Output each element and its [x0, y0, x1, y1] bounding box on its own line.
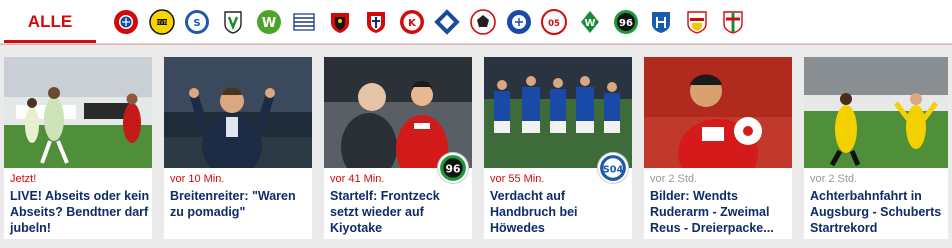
svg-text:S: S: [194, 18, 201, 29]
news-card[interactable]: Jetzt! LIVE! Abseits oder kein Abseits? …: [4, 57, 152, 239]
dortmund-crest-icon[interactable]: BVB: [148, 8, 176, 36]
news-timestamp: vor 41 Min.: [330, 173, 385, 185]
gladbach-crest-icon[interactable]: [219, 8, 247, 36]
svg-text:96: 96: [446, 162, 461, 175]
svg-text:S04: S04: [603, 164, 624, 175]
news-card[interactable]: S04 vor 55 Min. Verdacht auf Handbruch b…: [484, 57, 632, 239]
news-thumbnail[interactable]: [4, 57, 152, 168]
hannover-crest-icon[interactable]: 96: [612, 8, 640, 36]
svg-text:W: W: [584, 18, 595, 29]
header-divider: [0, 44, 952, 45]
club-crest-list: BVB S W K 05 W 96: [112, 8, 754, 38]
hertha-crest-icon[interactable]: [290, 8, 318, 36]
news-headline[interactable]: Startelf: Frontzeck setzt wieder auf Kiy…: [330, 188, 470, 236]
svg-text:05: 05: [548, 19, 560, 29]
leverkusen-crest-icon[interactable]: [326, 8, 354, 36]
darmstadt-crest-icon[interactable]: [505, 8, 533, 36]
bayern-crest-icon[interactable]: [112, 8, 140, 36]
hannover-crest-icon: 96: [438, 153, 468, 183]
news-thumbnail[interactable]: [804, 57, 948, 168]
stuttgart-crest-icon[interactable]: [683, 8, 711, 36]
hamburg-crest-icon[interactable]: [433, 8, 461, 36]
wolfsburg-crest-icon[interactable]: W: [255, 8, 283, 36]
news-card-row: Jetzt! LIVE! Abseits oder kein Abseits? …: [4, 57, 948, 241]
tab-alle[interactable]: ALLE: [4, 0, 96, 43]
news-headline[interactable]: Breitenreiter: "Waren zu pomadig": [170, 188, 310, 220]
news-headline[interactable]: Bilder: Wendts Ruderarm - Zweimal Reus -…: [650, 188, 790, 236]
news-card[interactable]: vor 10 Min. Breitenreiter: "Waren zu pom…: [164, 57, 312, 239]
svg-text:BVB: BVB: [157, 20, 168, 26]
news-headline[interactable]: LIVE! Abseits oder kein Abseits? Bendtne…: [10, 188, 150, 236]
active-tab-indicator: [4, 40, 96, 43]
news-card[interactable]: vor 2 Std. Achterbahnfahrt in Augsburg -…: [804, 57, 948, 239]
hoffenheim-crest-icon[interactable]: [647, 8, 675, 36]
club-navigation-bar: ALLE BVB S W K 05 W 96: [0, 0, 952, 44]
svg-text:96: 96: [619, 18, 633, 29]
news-timestamp: vor 2 Std.: [810, 173, 858, 185]
ingolstadt-crest-icon[interactable]: [362, 8, 390, 36]
news-timestamp: vor 2 Std.: [650, 173, 698, 185]
koeln-crest-icon[interactable]: K: [398, 8, 426, 36]
schalke-crest-icon[interactable]: S: [183, 8, 211, 36]
svg-text:K: K: [408, 18, 417, 29]
news-card[interactable]: 96 vor 41 Min. Startelf: Frontzeck setzt…: [324, 57, 472, 239]
frankfurt-crest-icon[interactable]: [469, 8, 497, 36]
bremen-crest-icon[interactable]: W: [576, 8, 604, 36]
svg-text:W: W: [262, 16, 276, 31]
news-thumbnail[interactable]: [324, 57, 472, 168]
news-thumbnail[interactable]: [644, 57, 792, 168]
news-headline[interactable]: Achterbahnfahrt in Augsburg - Schuberts …: [810, 188, 950, 236]
news-headline[interactable]: Verdacht auf Handbruch bei Höwedes: [490, 188, 630, 236]
news-thumbnail[interactable]: [164, 57, 312, 168]
news-timestamp: vor 10 Min.: [170, 173, 225, 185]
schalke-crest-icon: S04: [598, 153, 628, 183]
news-card[interactable]: vor 2 Std. Bilder: Wendts Ruderarm - Zwe…: [644, 57, 792, 239]
augsburg-crest-icon[interactable]: [719, 8, 747, 36]
mainz-crest-icon[interactable]: 05: [540, 8, 568, 36]
news-timestamp: vor 55 Min.: [490, 173, 545, 185]
news-thumbnail[interactable]: [484, 57, 632, 168]
news-timestamp: Jetzt!: [10, 173, 37, 185]
